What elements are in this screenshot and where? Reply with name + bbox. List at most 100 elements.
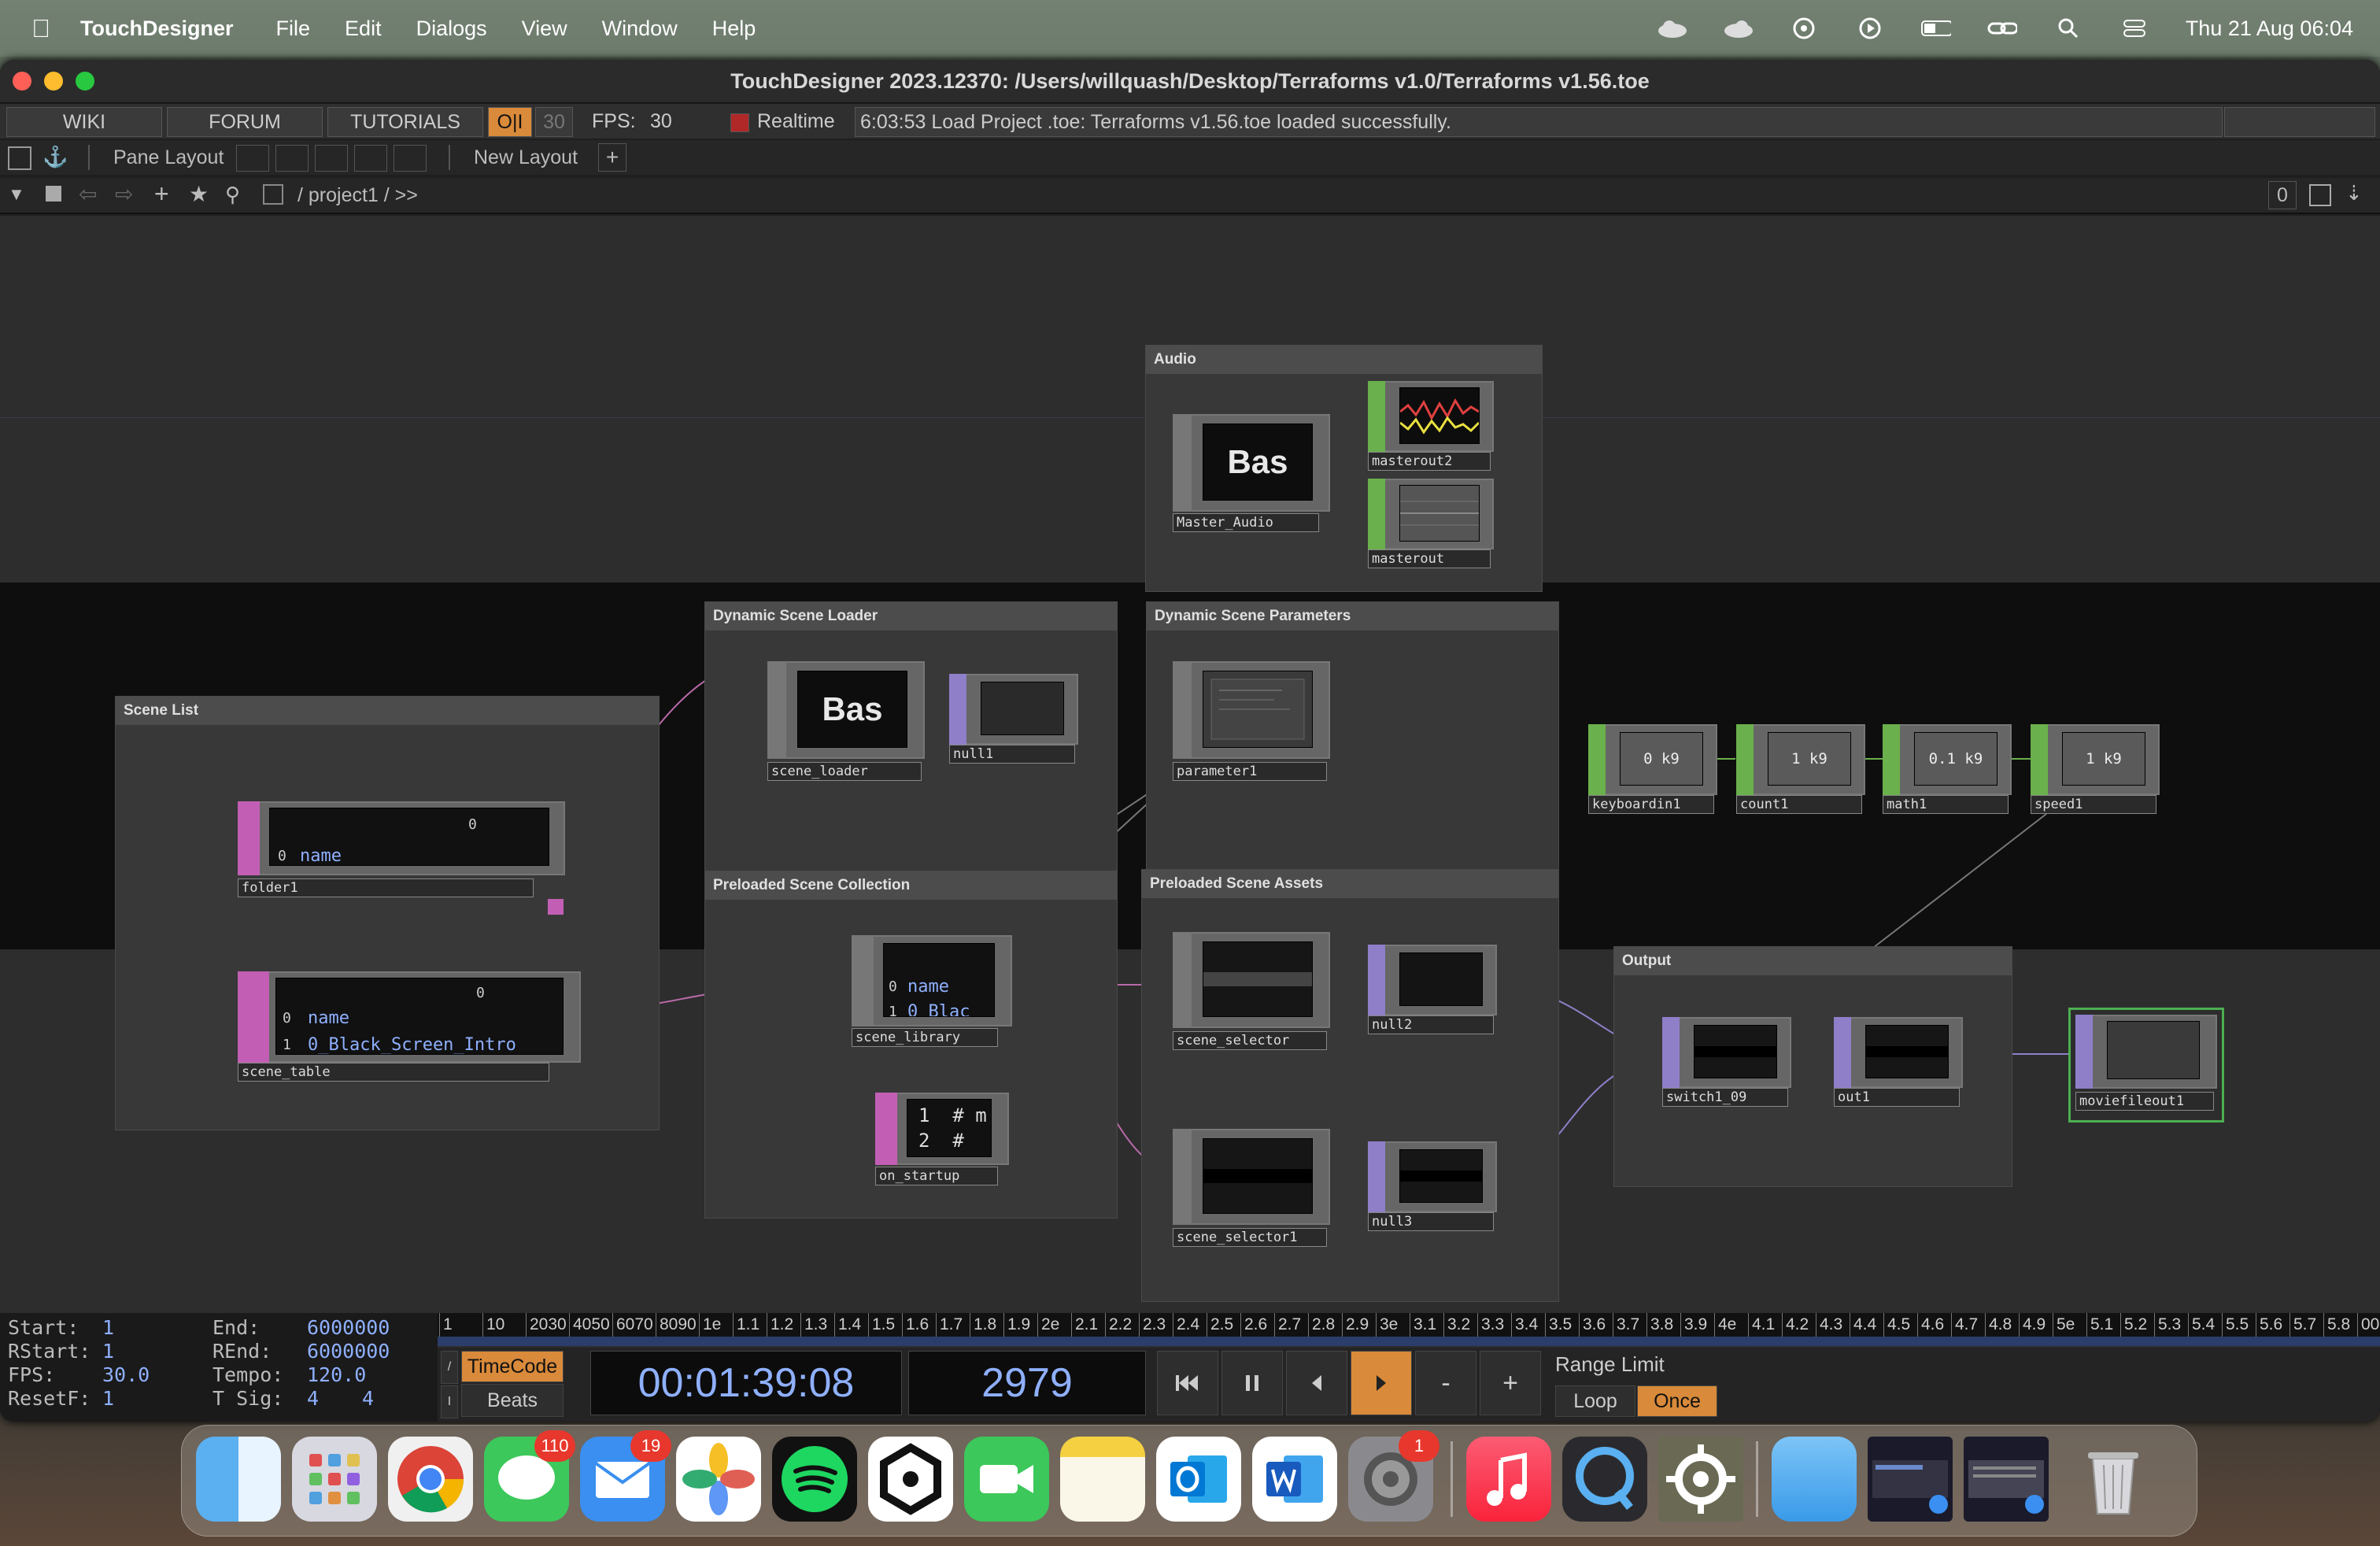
node-label[interactable]: count1 <box>1736 795 1862 814</box>
layout-3-button[interactable] <box>315 145 348 172</box>
node-scene-selector1[interactable]: scene_selector1 <box>1173 1129 1330 1247</box>
finder-icon[interactable] <box>196 1437 281 1522</box>
timeline-scrollbar[interactable] <box>438 1337 2380 1346</box>
back-icon[interactable]: ⇦ <box>79 181 97 207</box>
launchpad-icon[interactable] <box>292 1437 377 1522</box>
node-label[interactable]: moviefileout1 <box>2075 1092 2214 1111</box>
pane-split-icon[interactable] <box>8 146 31 170</box>
cloud-icon-2[interactable] <box>1723 18 1753 39</box>
node-scene-loader[interactable]: Bas scene_loader <box>767 661 925 781</box>
chrome-icon[interactable] <box>388 1437 473 1522</box>
fps-value[interactable]: 30.0 <box>102 1363 150 1386</box>
layout-2-button[interactable] <box>275 145 309 172</box>
node-out1[interactable]: out1 <box>1834 1017 1963 1107</box>
node-label[interactable]: scene_loader <box>767 762 922 781</box>
rstart-value[interactable]: 1 <box>102 1340 114 1363</box>
start-value[interactable]: 1 <box>102 1316 114 1339</box>
timecode-display[interactable]: 00:01:39:08 <box>590 1351 902 1415</box>
menu-help[interactable]: Help <box>712 17 756 41</box>
node-label[interactable]: masterout2 <box>1368 452 1491 471</box>
maximize-pane-icon[interactable] <box>2309 184 2331 206</box>
node-math1[interactable]: 0.1 k9 math1 <box>1883 724 2012 814</box>
frame-plus-button[interactable]: + <box>1480 1351 1541 1415</box>
loop-toggle[interactable]: Loop <box>1555 1385 1635 1417</box>
menu-edit[interactable]: Edit <box>345 17 382 41</box>
chevron-down-icon[interactable]: ▼ <box>8 184 25 205</box>
node-label[interactable]: scene_library <box>852 1028 998 1047</box>
node-label[interactable]: speed1 <box>2031 795 2156 814</box>
node-master-audio[interactable]: Bas Master_Audio <box>1173 414 1330 532</box>
trash-icon[interactable] <box>2071 1437 2156 1522</box>
layout-4-button[interactable] <box>354 145 387 172</box>
end-value[interactable]: 6000000 <box>307 1316 390 1339</box>
folder-icon[interactable] <box>1772 1437 1857 1522</box>
tutorials-button[interactable]: TUTORIALS <box>327 107 483 137</box>
node-switch1-09[interactable]: switch1_09 <box>1662 1017 1791 1107</box>
stop-icon[interactable] <box>46 186 61 202</box>
search-network-icon[interactable]: ⚲ <box>225 183 240 207</box>
anchor-icon[interactable]: ⚓ <box>42 145 68 169</box>
layout-5-button[interactable] <box>394 145 427 172</box>
node-scene-library[interactable]: 0 name 1 0_Blac scene_library <box>852 935 1017 1047</box>
window-thumb-1[interactable] <box>1868 1437 1953 1522</box>
touchdesigner-icon[interactable] <box>1658 1437 1743 1522</box>
node-folder1[interactable]: 0 0 name folder1 <box>238 801 568 915</box>
node-label[interactable]: null2 <box>1368 1015 1494 1034</box>
node-label[interactable]: scene_table <box>238 1063 549 1082</box>
blender-icon[interactable] <box>868 1437 953 1522</box>
pause-button[interactable] <box>1221 1351 1283 1415</box>
node-null2[interactable]: null2 <box>1368 945 1497 1034</box>
node-label[interactable]: null1 <box>949 745 1075 764</box>
node-scene-selector[interactable]: scene_selector <box>1173 932 1330 1050</box>
menu-window[interactable]: Window <box>602 17 678 41</box>
cook-rate[interactable]: 30 <box>535 107 573 137</box>
tempo-value[interactable]: 120.0 <box>307 1363 366 1386</box>
node-count1[interactable]: 1 k9 count1 <box>1736 724 1865 814</box>
mail-icon[interactable]: 19 <box>580 1430 671 1522</box>
timecode-toggle[interactable]: TimeCode <box>461 1351 564 1382</box>
node-keyboardin1[interactable]: 0 k9 keyboardin1 <box>1588 724 1717 814</box>
output-connector[interactable] <box>548 899 564 915</box>
facetime-icon[interactable] <box>964 1437 1049 1522</box>
bar-toggle[interactable]: I <box>441 1385 458 1418</box>
play-circle-icon[interactable] <box>1855 17 1885 39</box>
messages-icon[interactable]: 110 <box>484 1430 575 1522</box>
menubar-clock[interactable]: Thu 21 Aug 06:04 <box>2186 17 2353 41</box>
window-thumb-2[interactable] <box>1964 1437 2049 1522</box>
wiki-button[interactable]: WIKI <box>6 107 162 137</box>
pane-menu-icon[interactable]: ⇣ <box>2345 181 2363 205</box>
play-button[interactable] <box>1351 1351 1412 1415</box>
node-label[interactable]: scene_selector <box>1173 1031 1327 1050</box>
layout-1-button[interactable] <box>236 145 269 172</box>
node-label[interactable]: keyboardin1 <box>1588 795 1714 814</box>
node-label[interactable]: scene_selector1 <box>1173 1228 1327 1247</box>
home-icon[interactable] <box>263 184 283 205</box>
node-label[interactable]: switch1_09 <box>1662 1088 1788 1107</box>
apple-icon[interactable]:  <box>31 14 50 43</box>
outlook-icon[interactable] <box>1156 1437 1241 1522</box>
node-on-startup[interactable]: 1 # m 2 # on_startup <box>875 1093 1014 1187</box>
cook-toggle[interactable]: O|I <box>488 107 532 137</box>
forward-icon[interactable]: ⇨ <box>115 181 133 207</box>
add-layout-icon[interactable]: + <box>598 143 626 172</box>
node-label[interactable]: math1 <box>1883 795 2009 814</box>
tsig-denominator[interactable]: 4 <box>362 1387 374 1410</box>
photos-icon[interactable] <box>676 1437 761 1522</box>
timeline-ruler[interactable]: 1 10 2030 4050 6070 8090 1e 1.1 1.2 1.3 1.4 1.5 1.6 1… <box>438 1313 2380 1337</box>
node-label[interactable]: null3 <box>1368 1212 1494 1231</box>
link-icon[interactable] <box>1987 18 2017 39</box>
node-label[interactable]: masterout <box>1368 549 1491 568</box>
network-editor[interactable]: Audio Dynamic Scene Loader Dynamic Scene… <box>0 216 2380 1373</box>
cloud-icon[interactable] <box>1657 18 1687 39</box>
node-null1[interactable]: null1 <box>949 674 1078 764</box>
node-parameter1[interactable]: parameter1 <box>1173 661 1330 781</box>
resetf-value[interactable]: 1 <box>102 1387 114 1410</box>
menu-dialogs[interactable]: Dialogs <box>416 17 487 41</box>
app-menu[interactable]: TouchDesigner <box>80 17 234 41</box>
node-scene-table[interactable]: 0 0 name 1 0_Black_Screen_Intro scene_ta… <box>238 971 584 1082</box>
spotify-icon[interactable] <box>772 1437 857 1522</box>
settings-icon[interactable]: 1 <box>1348 1430 1439 1522</box>
word-icon[interactable] <box>1252 1437 1337 1522</box>
add-icon[interactable]: + <box>154 179 169 209</box>
frame-display[interactable]: 2979 <box>908 1351 1146 1415</box>
